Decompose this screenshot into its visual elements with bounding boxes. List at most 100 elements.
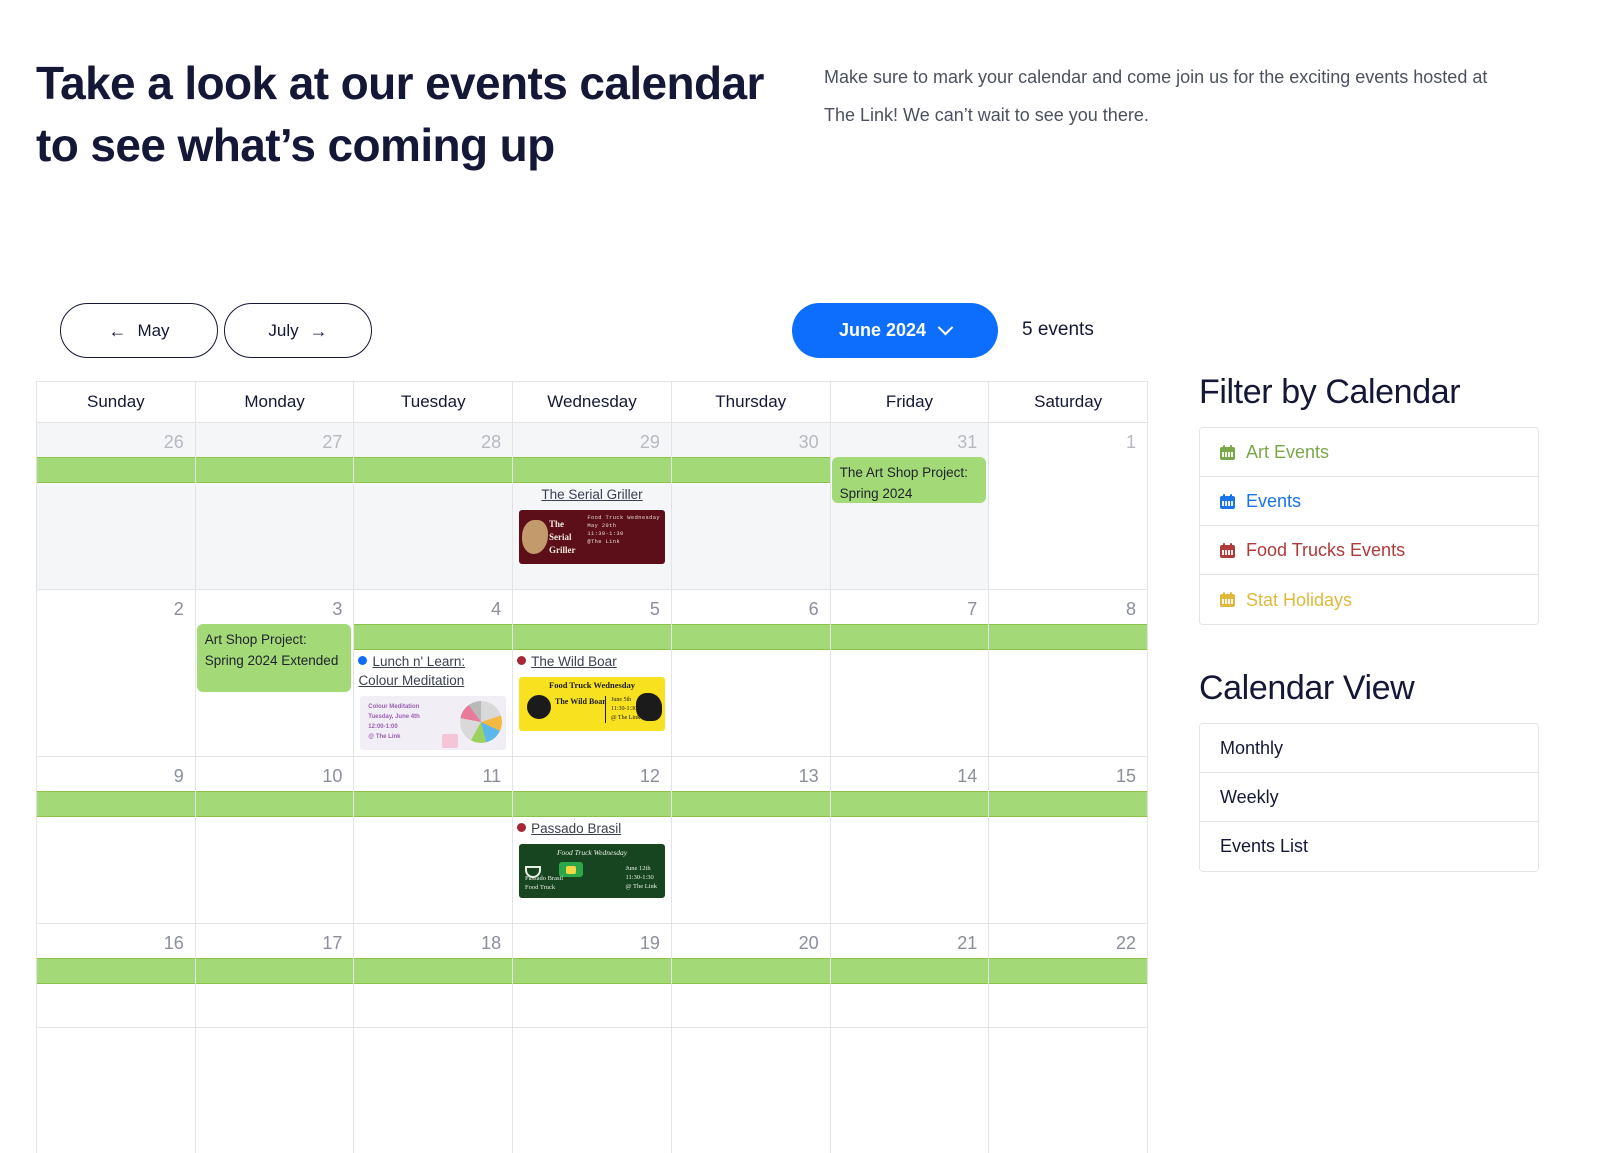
dow-sunday: Sunday [37, 382, 196, 423]
day-number: 11 [482, 766, 502, 786]
allday-band [830, 624, 989, 650]
event-title[interactable]: The Serial Griller [517, 485, 667, 504]
event-poster-wild-boar[interactable]: Food Truck Wednesday The Wild Boar June … [519, 677, 666, 731]
day-cell-jun-19[interactable]: 19 [513, 924, 672, 1028]
calendar-week-row: 26 27 28 29 The Serial Griller The Seria… [37, 423, 1149, 590]
dow-wednesday: Wednesday [513, 382, 672, 423]
month-selector-button[interactable]: June 2024 [792, 303, 998, 358]
prev-month-button[interactable]: ← May [60, 303, 218, 358]
calendar-icon [1220, 493, 1235, 509]
day-cell-jun-22[interactable]: 22 [989, 924, 1149, 1028]
event-serial-griller[interactable]: The Serial Griller The Serial Griller Fo… [513, 485, 671, 564]
day-cell-jun-12[interactable]: 12 Passado Brasil Food Truck Wednesday P… [513, 757, 672, 924]
day-cell-jun-5[interactable]: 5 The Wild Boar Food Truck Wednesday The… [513, 590, 672, 757]
day-cell-may-28[interactable]: 28 [354, 423, 514, 590]
allday-band [37, 791, 195, 817]
day-cell-may-26[interactable]: 26 [37, 423, 196, 590]
calendar-controls: ← May July → June 2024 5 events [36, 303, 1148, 359]
filter-by-calendar-title: Filter by Calendar [1199, 373, 1461, 411]
day-cell-jun-15[interactable]: 15 [989, 757, 1149, 924]
day-number: 16 [163, 933, 184, 953]
view-item-monthly[interactable]: Monthly [1200, 724, 1538, 773]
allday-band [989, 624, 1148, 650]
event-wild-boar[interactable]: The Wild Boar Food Truck Wednesday The W… [513, 652, 671, 731]
day-cell-next-7[interactable] [989, 1028, 1149, 1153]
day-number: 3 [332, 599, 343, 619]
filter-item-food-trucks-events[interactable]: Food Trucks Events [1200, 526, 1538, 575]
day-cell-jun-10[interactable]: 10 [195, 757, 355, 924]
event-title[interactable]: Passado Brasil [517, 819, 667, 838]
poster-place: @ The Link [611, 715, 641, 721]
filter-item-stat-holidays[interactable]: Stat Holidays [1200, 575, 1538, 624]
view-item-events-list[interactable]: Events List [1200, 822, 1538, 871]
event-dot-red [517, 823, 527, 832]
day-cell-jun-14[interactable]: 14 [830, 757, 990, 924]
filter-item-art-events[interactable]: Art Events [1200, 428, 1538, 477]
allday-band [989, 958, 1148, 984]
calendar-icon [1220, 444, 1235, 460]
day-cell-jun-13[interactable]: 13 [671, 757, 831, 924]
day-cell-next-2[interactable] [195, 1028, 355, 1153]
poster-time: 11:30-1:30 [611, 706, 638, 712]
filter-item-events[interactable]: Events [1200, 477, 1538, 526]
event-poster-passado-brasil[interactable]: Food Truck Wednesday Passado Brasil Food… [519, 844, 666, 898]
day-cell-jun-18[interactable]: 18 [354, 924, 514, 1028]
poster-date: June 5th [611, 697, 632, 703]
day-cell-jun-1[interactable]: 1 [989, 423, 1149, 590]
allday-band [195, 791, 354, 817]
day-number: 20 [798, 933, 819, 953]
day-number: 15 [1116, 766, 1137, 786]
day-cell-may-30[interactable]: 30 [671, 423, 831, 590]
day-cell-jun-17[interactable]: 17 [195, 924, 355, 1028]
event-chip-art-shop-spring[interactable]: The Art Shop Project: Spring 2024 [831, 457, 987, 503]
poster-time: 12:00-1:00 [368, 724, 398, 730]
day-cell-jun-16[interactable]: 16 [37, 924, 196, 1028]
day-cell-jun-3[interactable]: 3 Art Shop Project: Spring 2024 Extended [195, 590, 355, 757]
day-number: 10 [322, 766, 343, 786]
poster-time: 11:30-1:30 [625, 874, 654, 881]
event-lunch-n-learn[interactable]: Lunch n' Learn: Colour Meditation Colour… [354, 652, 512, 750]
poster-name-line2: Serial [549, 532, 572, 542]
day-cell-may-31[interactable]: 31 The Art Shop Project: Spring 2024 [830, 423, 990, 590]
event-title[interactable]: The Wild Boar [517, 652, 667, 671]
day-cell-next-6[interactable] [830, 1028, 990, 1153]
poster-heading: Colour Meditation [368, 704, 420, 710]
day-cell-next-3[interactable] [354, 1028, 514, 1153]
day-cell-jun-20[interactable]: 20 [671, 924, 831, 1028]
day-cell-jun-11[interactable]: 11 [354, 757, 514, 924]
event-chip-art-shop-extended[interactable]: Art Shop Project: Spring 2024 Extended [196, 624, 352, 692]
allday-band [354, 958, 513, 984]
day-number: 5 [649, 599, 660, 619]
day-cell-jun-4[interactable]: 4 Lunch n' Learn: Colour Meditation Colo… [354, 590, 514, 757]
events-calendar-page: Take a look at our events calendar to se… [0, 0, 1624, 1153]
day-number: 14 [957, 766, 978, 786]
view-item-weekly[interactable]: Weekly [1200, 773, 1538, 822]
day-cell-jun-2[interactable]: 2 [37, 590, 196, 757]
allday-band [354, 791, 513, 817]
day-cell-next-4[interactable] [513, 1028, 672, 1153]
event-passado-brasil[interactable]: Passado Brasil Food Truck Wednesday Pass… [513, 819, 671, 898]
day-cell-jun-9[interactable]: 9 [37, 757, 196, 924]
day-cell-may-29[interactable]: 29 The Serial Griller The Serial Griller [513, 423, 672, 590]
day-number: 8 [1126, 599, 1137, 619]
event-title-text: The Wild Boar [531, 654, 617, 669]
allday-band [989, 791, 1148, 817]
event-poster-serial-griller[interactable]: The Serial Griller Food Truck Wednesday … [519, 510, 666, 564]
day-number: 30 [798, 432, 819, 452]
event-poster-colour-meditation[interactable]: Colour Meditation Tuesday, June 4th 12:0… [360, 696, 507, 750]
day-cell-next-5[interactable] [671, 1028, 831, 1153]
allday-band [513, 791, 671, 817]
dow-saturday: Saturday [989, 382, 1149, 423]
day-cell-may-27[interactable]: 27 [195, 423, 355, 590]
calendar-icon [1220, 592, 1235, 607]
day-cell-next-1[interactable] [37, 1028, 196, 1153]
next-month-button[interactable]: July → [224, 303, 372, 358]
event-title[interactable]: Lunch n' Learn: Colour Meditation [358, 652, 508, 690]
day-cell-jun-6[interactable]: 6 [671, 590, 831, 757]
day-cell-jun-21[interactable]: 21 [830, 924, 990, 1028]
poster-subname: Food Truck [525, 884, 556, 891]
day-cell-jun-7[interactable]: 7 [830, 590, 990, 757]
poster-heading: Food Truck Wednesday [587, 515, 661, 521]
allday-band [354, 457, 513, 483]
day-cell-jun-8[interactable]: 8 [989, 590, 1149, 757]
